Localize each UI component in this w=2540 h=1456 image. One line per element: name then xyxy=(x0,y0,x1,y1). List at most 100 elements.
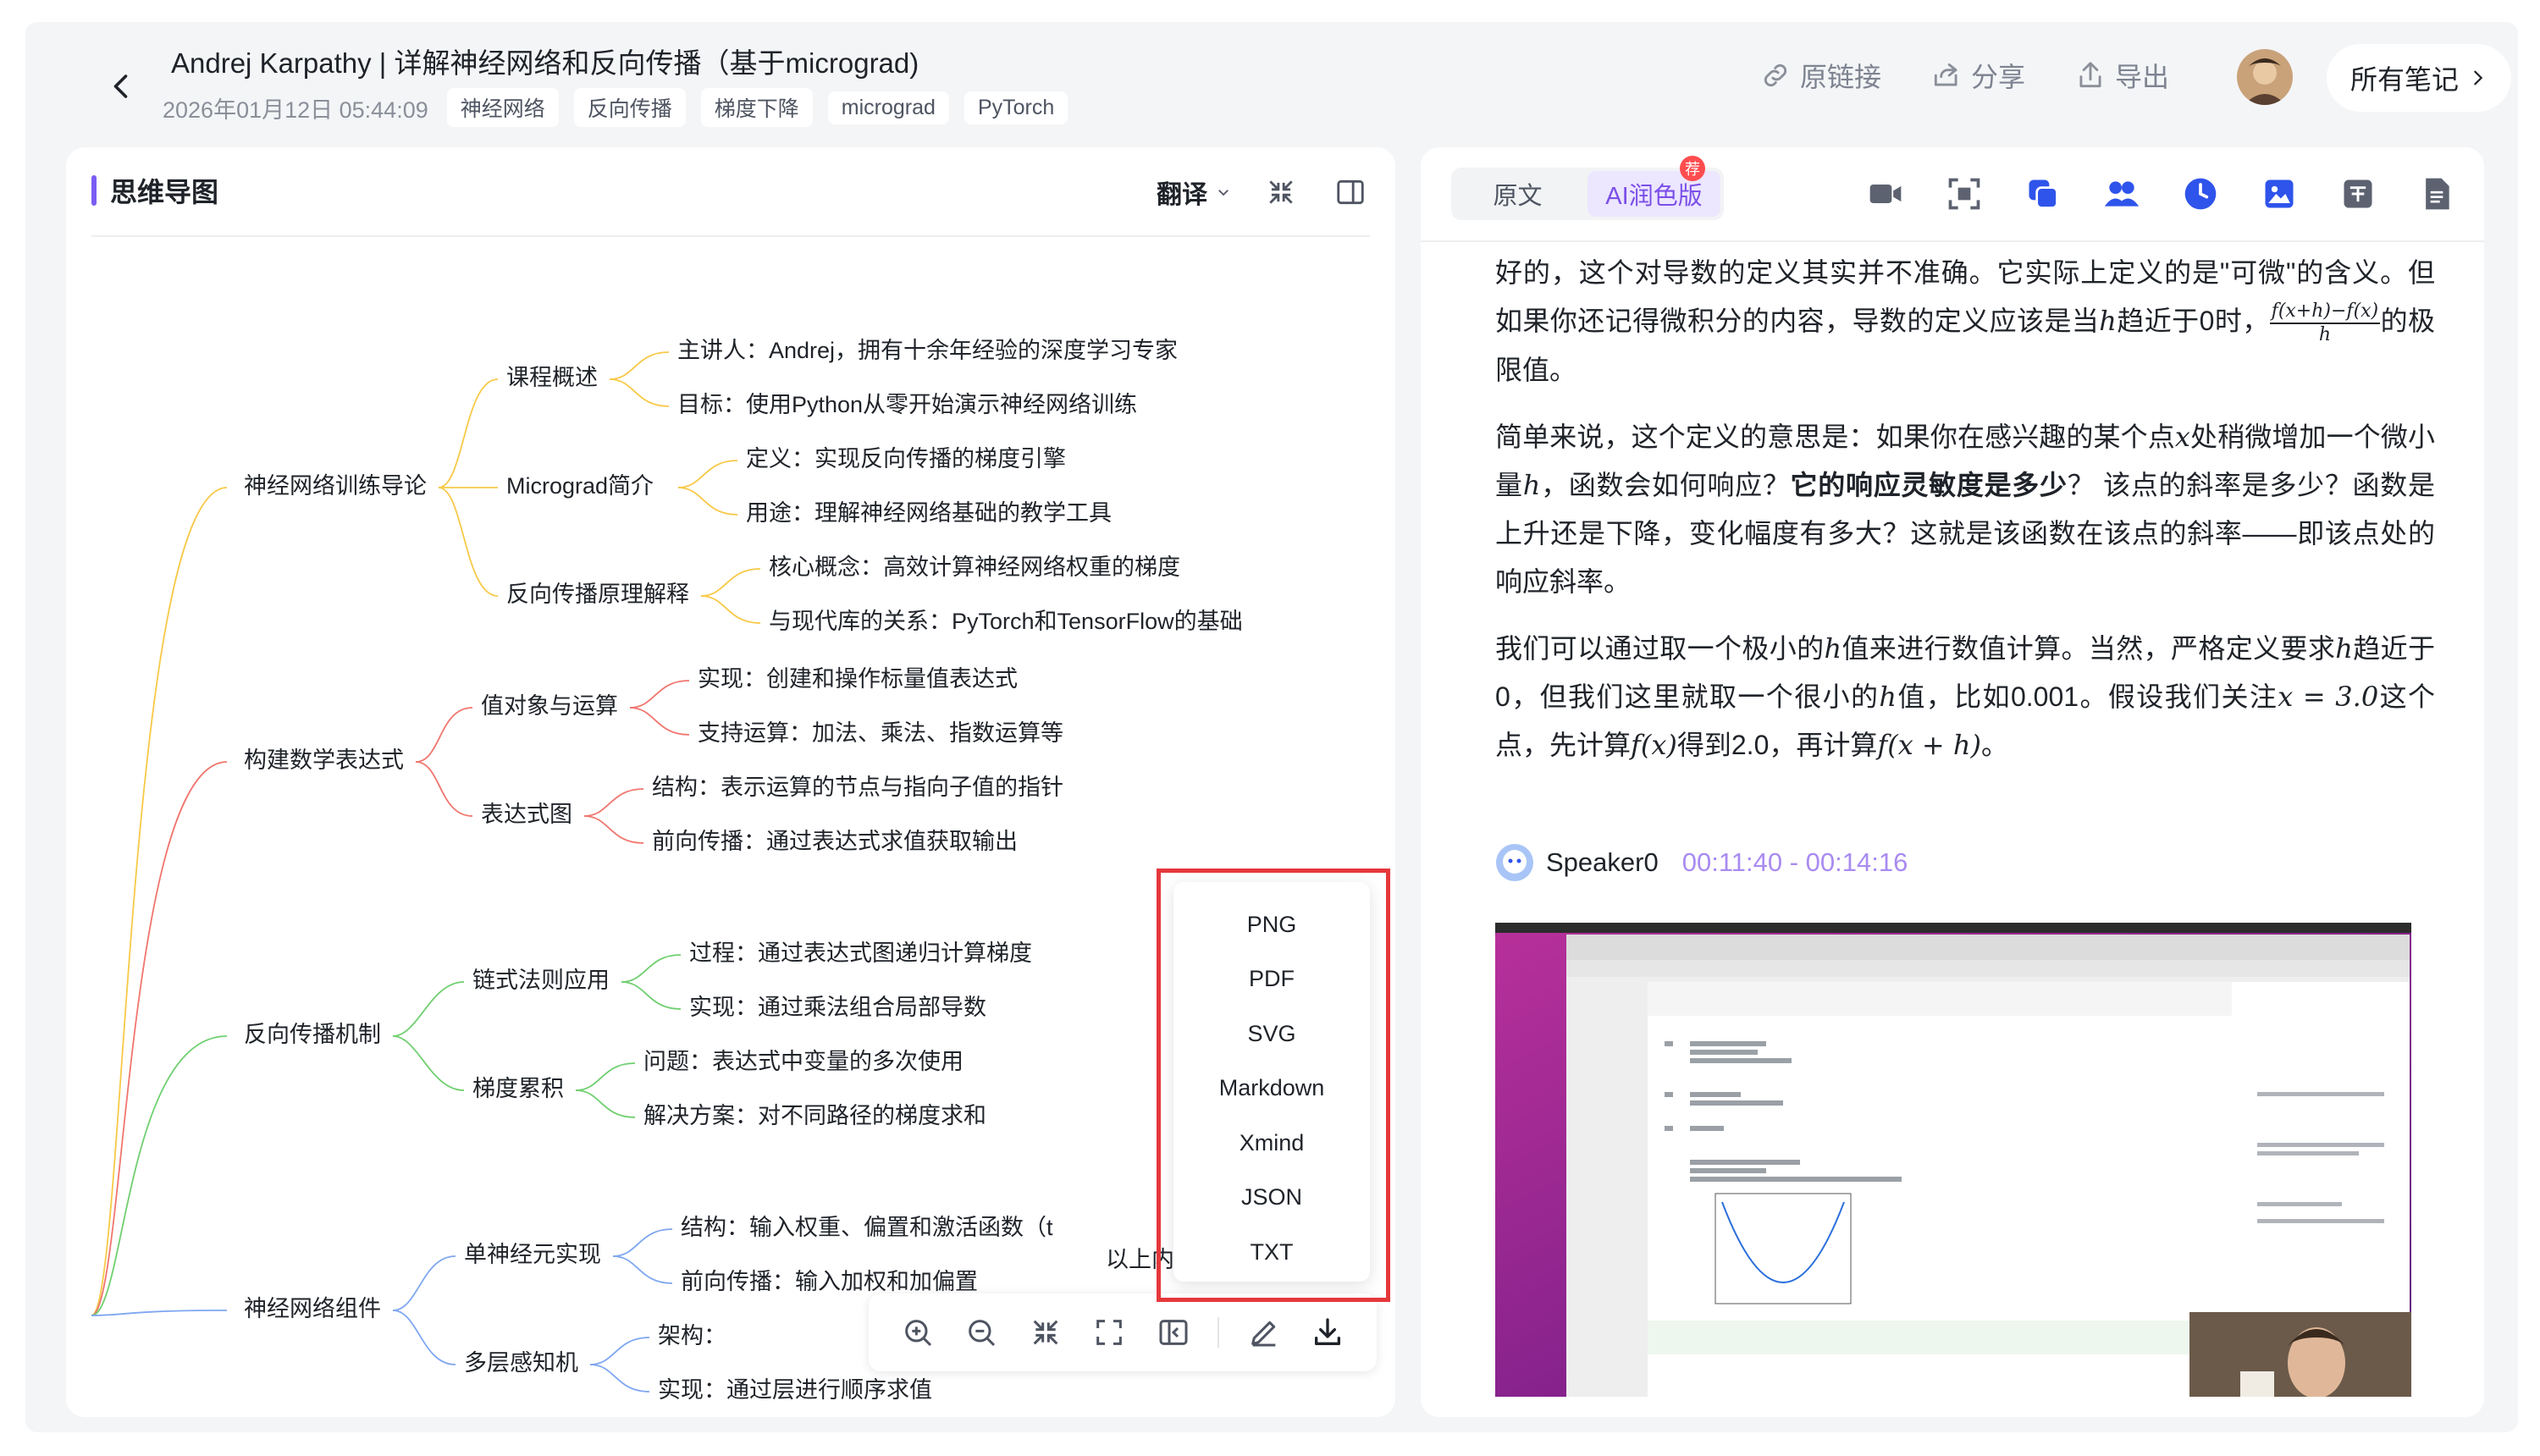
download-button[interactable] xyxy=(1308,1313,1347,1352)
export-svg[interactable]: SVG xyxy=(1173,1007,1370,1062)
document-button[interactable] xyxy=(2416,173,2458,215)
page-title: Andrej Karpathy | 详解神经网络和反向传播（基于microgra… xyxy=(171,47,919,79)
clock-icon xyxy=(2184,178,2217,210)
shrink-button[interactable] xyxy=(1026,1313,1065,1352)
edit-button[interactable] xyxy=(1245,1313,1284,1352)
mindmap-connector xyxy=(621,981,682,1010)
mindmap-node-leaf[interactable]: 与现代库的关系：PyTorch和TensorFlow的基础 xyxy=(769,609,1243,634)
mindmap-node-level2[interactable]: Micrograd简介 xyxy=(506,473,654,499)
export-pdf[interactable]: PDF xyxy=(1173,952,1370,1007)
video-button[interactable] xyxy=(1864,173,1907,215)
math-var: h xyxy=(1522,468,1541,501)
all-notes-button[interactable]: 所有笔记 xyxy=(2327,44,2511,112)
mindmap-node-level2[interactable]: 反向传播原理解释 xyxy=(506,582,689,607)
zoom-in-button[interactable] xyxy=(898,1313,937,1352)
recommend-badge: 荐 xyxy=(1680,156,1705,181)
mindmap-connector xyxy=(575,1089,636,1118)
mindmap-node-level2[interactable]: 课程概述 xyxy=(506,365,598,390)
mindmap-node-leaf[interactable]: 问题：表达式中变量的多次使用 xyxy=(643,1049,964,1074)
note-meta: 2026年01月12日 05:44:09 神经网络 反向传播 梯度下降 micr… xyxy=(163,88,1068,127)
mindmap-connector xyxy=(392,1310,456,1365)
mindmap-node-level2[interactable]: 单神经元实现 xyxy=(464,1242,601,1267)
tag[interactable]: PyTorch xyxy=(964,91,1068,124)
speakers-button[interactable] xyxy=(2101,173,2143,215)
back-button[interactable] xyxy=(97,61,147,112)
mindmap-node-level1[interactable]: 构建数学表达式 xyxy=(244,747,404,773)
mindmap-node-level2[interactable]: 多层感知机 xyxy=(464,1350,578,1376)
mindmap-node-level2[interactable]: 梯度累积 xyxy=(472,1076,564,1101)
tag[interactable]: 神经网络 xyxy=(446,88,559,127)
mindmap-connector xyxy=(612,1228,673,1257)
copy-button[interactable] xyxy=(2022,173,2064,215)
text: ，函数会如何响应？ xyxy=(1540,469,1791,500)
mindmap-connector xyxy=(609,378,670,407)
paragraph: 我们可以通过取一个极小的h值来进行数值计算。当然，严格定义要求h趋近于0，但我们… xyxy=(1495,625,2435,769)
fraction-denominator: h xyxy=(2318,323,2331,345)
export-xmind[interactable]: Xmind xyxy=(1173,1116,1370,1171)
export-markdown[interactable]: Markdown xyxy=(1173,1062,1370,1117)
text: 得到2.0，再计算 xyxy=(1676,729,1878,760)
mindmap-node-leaf[interactable]: 前向传播：通过表达式求值获取输出 xyxy=(652,829,1018,854)
mindmap-node-leaf[interactable]: 结构：表示运算的节点与指向子值的指针 xyxy=(652,775,1063,800)
text: 值来进行数值计算。当然，严格定义要求 xyxy=(1842,632,2336,664)
share-button[interactable]: 分享 xyxy=(1930,56,2025,95)
image-button[interactable] xyxy=(2258,173,2300,215)
avatar[interactable] xyxy=(2237,49,2293,105)
mindmap-node-leaf[interactable]: 核心概念：高效计算神经网络权重的梯度 xyxy=(769,554,1180,580)
note-date: 2026年01月12日 05:44:09 xyxy=(163,97,428,123)
mindmap-node-leaf[interactable]: 过程：通过表达式图递归计算梯度 xyxy=(689,940,1032,966)
mindmap-connector xyxy=(91,1035,228,1316)
mindmap-connector xyxy=(700,595,761,624)
mindmap-node-leaf[interactable]: 前向传播：输入加权和加偏置 xyxy=(681,1269,978,1294)
all-notes-label: 所有笔记 xyxy=(2350,64,2459,95)
speaker-timestamp[interactable]: 00:11:40 - 00:14:16 xyxy=(1682,847,1908,878)
video-camera-icon xyxy=(1869,185,1902,203)
mindmap-node-leaf[interactable]: 结构：输入权重、偏置和激活函数（t xyxy=(681,1215,1053,1240)
speaker-header: Speaker0 00:11:40 - 00:14:16 xyxy=(1495,843,1908,882)
mindmap-connector xyxy=(392,1035,465,1091)
mindmap-node-level2[interactable]: 链式法则应用 xyxy=(472,968,610,993)
translate-button[interactable] xyxy=(2337,173,2379,215)
mindmap-node-leaf[interactable]: 主讲人：Andrej，拥有十余年经验的深度学习专家 xyxy=(677,338,1178,363)
export-json[interactable]: JSON xyxy=(1173,1171,1370,1226)
user-avatar-icon xyxy=(2237,49,2293,105)
text: 值，比如0.001。假设我们关注 xyxy=(1897,681,2278,712)
export-txt[interactable]: TXT xyxy=(1173,1225,1370,1280)
mindmap-node-leaf[interactable]: 实现：通过层进行顺序求值 xyxy=(658,1377,932,1403)
mindmap-node-level1[interactable]: 神经网络训练导论 xyxy=(244,473,427,499)
mindmap-node-leaf[interactable]: 解决方案：对不同路径的梯度求和 xyxy=(643,1103,986,1128)
export-png[interactable]: PNG xyxy=(1173,897,1370,952)
content-panel: 原文 AI润色版 荐 好的，这个对导数的定义其实并不准确。它实际上定义的是"可微… xyxy=(1421,147,2484,1417)
mindmap-node-level1[interactable]: 反向传播机制 xyxy=(244,1022,381,1047)
mindmap-node-leaf[interactable]: 实现：创建和操作标量值表达式 xyxy=(698,666,1018,692)
math-var: x xyxy=(2174,420,2190,453)
video-thumbnail[interactable] xyxy=(1495,923,2411,1397)
mindmap-node-level2[interactable]: 值对象与运算 xyxy=(481,693,618,719)
mindmap-node-leaf[interactable]: 用途：理解神经网络基础的教学工具 xyxy=(746,500,1112,526)
tag[interactable]: 梯度下降 xyxy=(700,88,813,127)
export-button[interactable]: 导出 xyxy=(2074,56,2169,95)
mindmap-node-leaf[interactable]: 支持运算：加法、乘法、指数运算等 xyxy=(698,720,1063,746)
tag[interactable]: 反向传播 xyxy=(573,88,686,127)
text: 简单来说，这个定义的意思是：如果你在感兴趣的某个点 xyxy=(1495,421,2175,452)
math-fraction: f(x+h)−f(x) h xyxy=(2269,301,2381,346)
screenshot-button[interactable] xyxy=(1943,173,1985,215)
mindmap-node-leaf[interactable]: 定义：实现反向传播的梯度引擎 xyxy=(746,446,1066,472)
mindmap-node-leaf[interactable]: 实现：通过乘法组合局部导数 xyxy=(689,995,986,1020)
export-icon xyxy=(2079,62,2101,88)
outline-toggle-button[interactable] xyxy=(1154,1313,1193,1352)
mindmap-node-level1[interactable]: 神经网络组件 xyxy=(244,1296,381,1321)
tab-original[interactable]: 原文 xyxy=(1451,168,1584,220)
mindmap-connector xyxy=(589,1337,650,1365)
fullscreen-button[interactable] xyxy=(1090,1313,1129,1352)
original-link-button[interactable]: 原链接 xyxy=(1759,56,1881,95)
mindmap-node-level2[interactable]: 表达式图 xyxy=(481,802,572,827)
mindmap-node-leaf[interactable]: 目标：使用Python从零开始演示神经网络训练 xyxy=(677,392,1137,417)
mindmap-connector xyxy=(583,815,644,844)
mindmap-node-leaf[interactable]: 架构： xyxy=(658,1323,726,1348)
timeline-button[interactable] xyxy=(2179,173,2222,215)
tag[interactable]: micrograd xyxy=(827,91,949,124)
zoom-out-button[interactable] xyxy=(962,1313,1001,1352)
users-icon xyxy=(2104,181,2140,207)
mindmap-connector xyxy=(583,788,644,817)
